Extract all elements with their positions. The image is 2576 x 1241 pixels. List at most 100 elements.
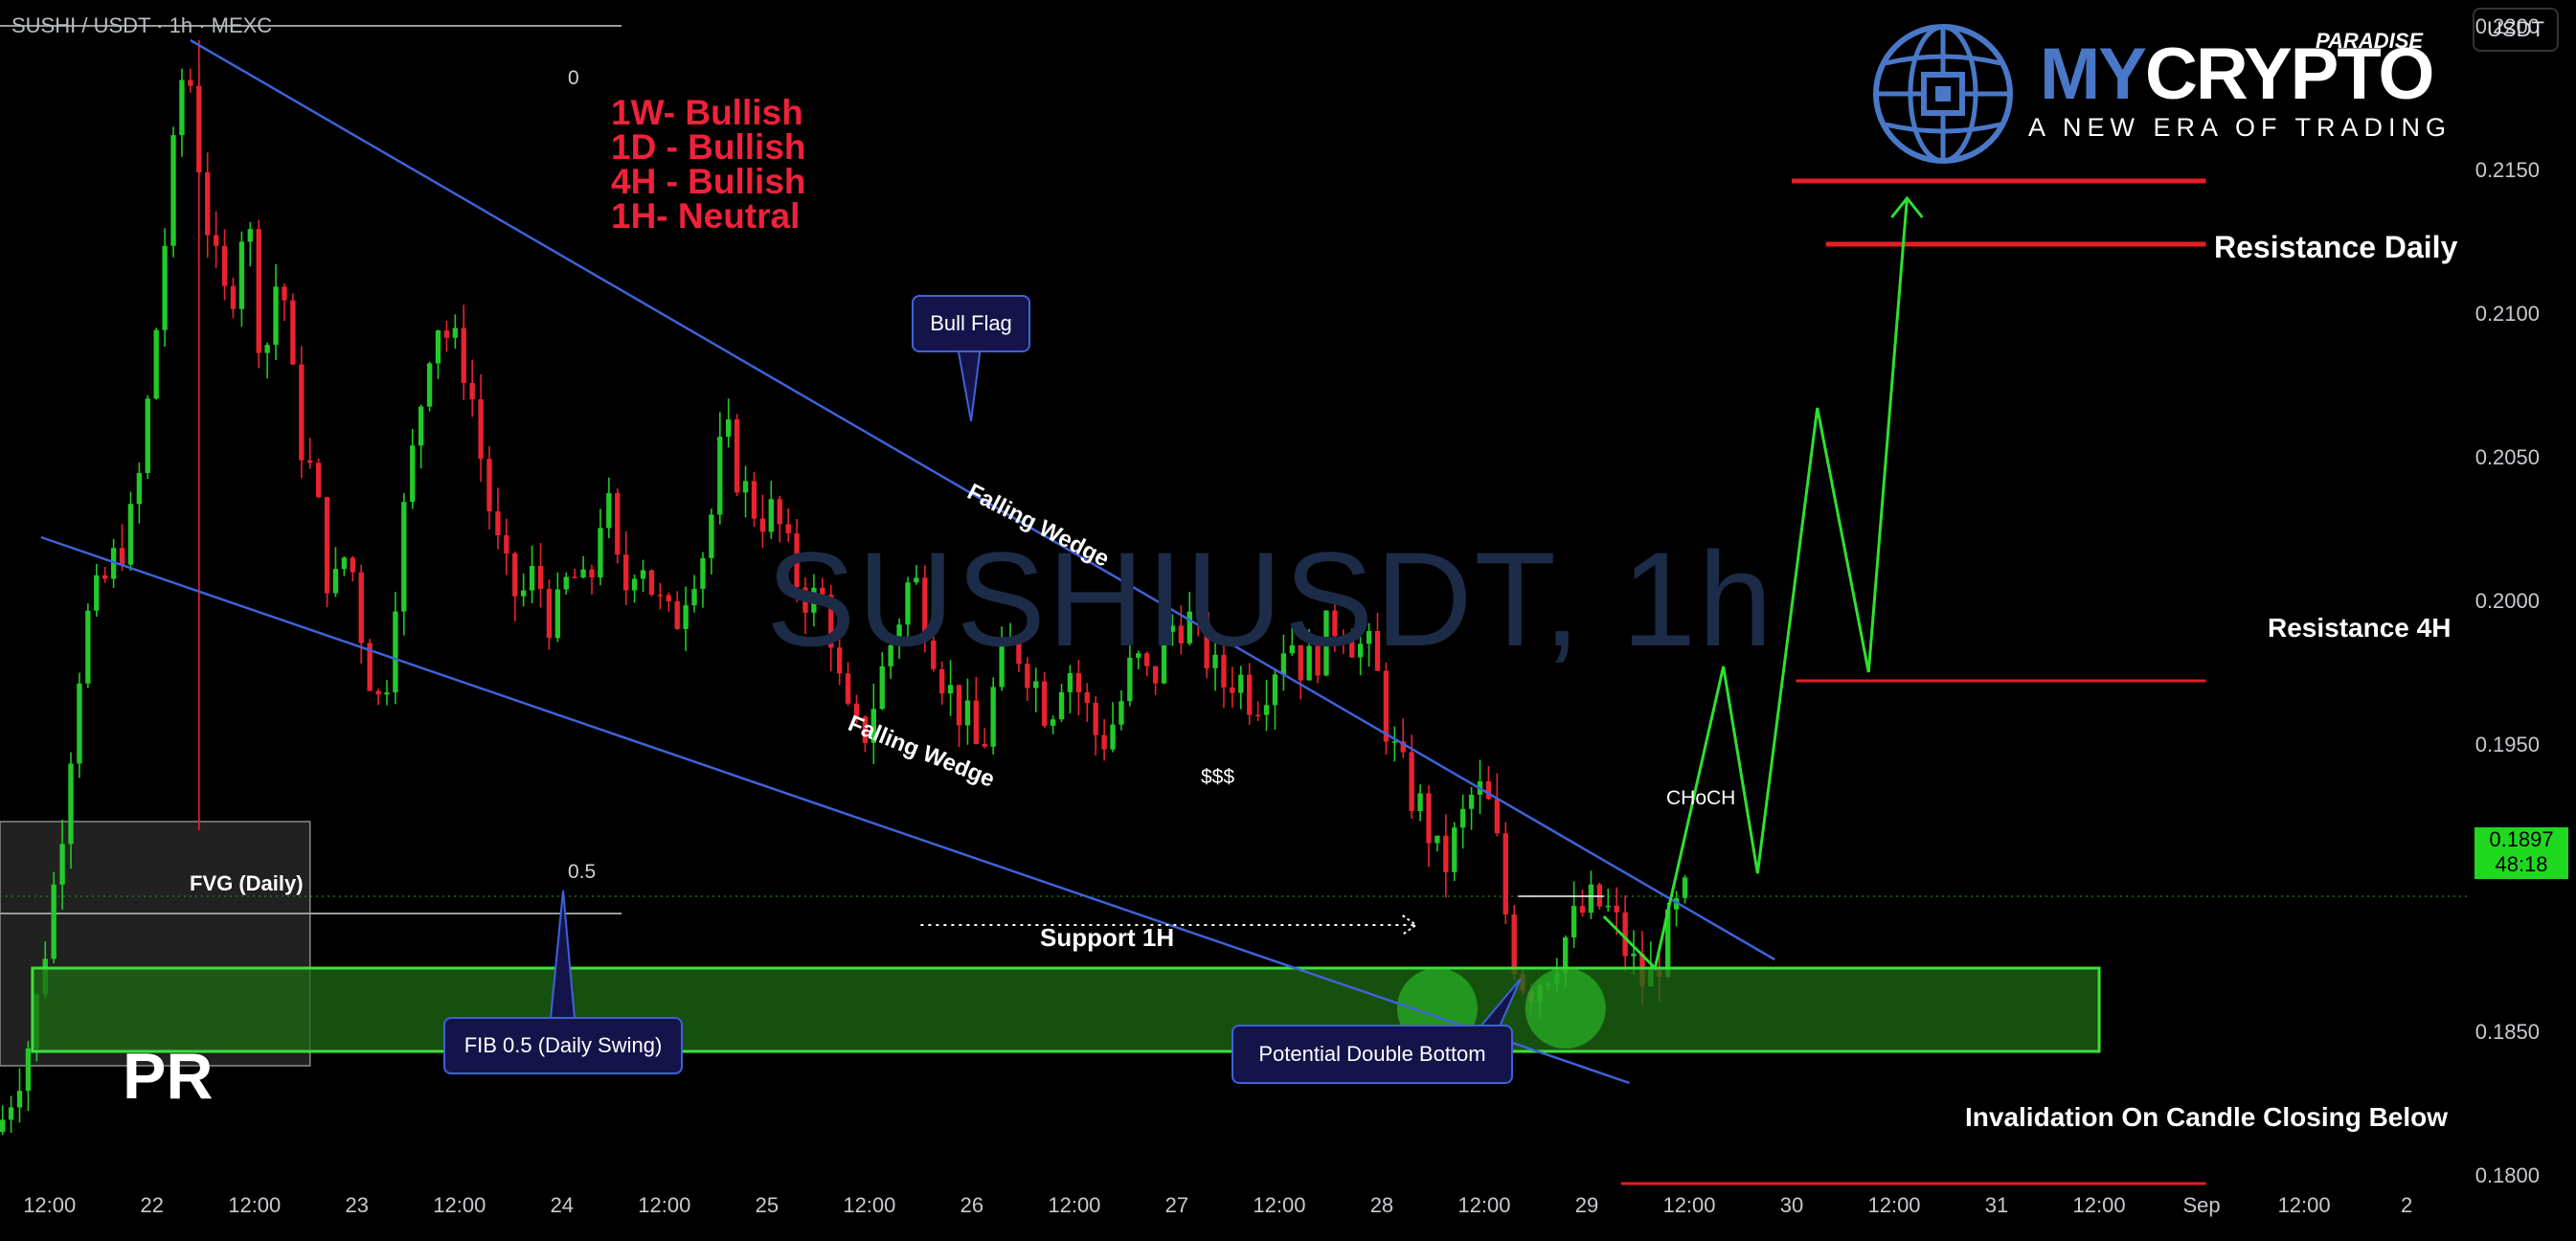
candle-body [170, 135, 176, 246]
candle-body [657, 595, 664, 597]
current-price-tag: 0.1897 48:18 [2474, 827, 2568, 879]
candle-body [1050, 719, 1056, 726]
candle-body [282, 286, 287, 301]
candle-body [358, 572, 364, 643]
logo-word-crypto: CRYPTO [2145, 34, 2434, 115]
candle-body [1435, 835, 1440, 844]
x-tick-label: 12:00 [1048, 1193, 1100, 1217]
candle-body [94, 575, 100, 611]
candle-body [700, 557, 706, 589]
candle-body [648, 570, 655, 596]
candle-body [982, 743, 987, 747]
logo-wordmark: MYCRYPTO [2040, 38, 2434, 111]
double-bottom-circle-2 [1525, 968, 1606, 1049]
candle-body [1570, 906, 1577, 937]
x-tick-label: 26 [960, 1193, 983, 1217]
candle-body [410, 445, 416, 503]
candle-body [1119, 701, 1124, 725]
candle-body [1459, 808, 1466, 828]
candle-body [68, 763, 74, 845]
y-tick-label: 0.2100 [2475, 302, 2540, 326]
candle-body [537, 565, 544, 590]
bias-4h: 4H - Bullish [611, 162, 806, 201]
candle-body [495, 511, 501, 535]
candle-body [1110, 724, 1116, 750]
candle-body [426, 363, 433, 407]
candle-body [443, 330, 450, 338]
support-1h-label: Support 1H [1040, 923, 1175, 952]
current-price-value: 0.1897 [2489, 827, 2554, 851]
x-tick-label: 22 [140, 1193, 163, 1217]
bull-flag-callout: Bull Flag [912, 295, 1030, 352]
x-tick-label: 12:00 [1662, 1193, 1715, 1217]
candle-body [1263, 705, 1270, 715]
candle-body [1443, 835, 1449, 872]
candle-body [1417, 793, 1423, 812]
x-tick-label: 12:00 [2073, 1193, 2126, 1217]
candle-body [504, 534, 509, 554]
candle-body [580, 569, 586, 578]
candle-body [674, 600, 680, 629]
candle-body [964, 700, 971, 726]
candle-body [401, 502, 407, 612]
x-tick-label: 23 [346, 1193, 369, 1217]
x-tick-label: 12:00 [228, 1193, 281, 1217]
candle-body [1254, 714, 1261, 717]
currency-badge[interactable]: USDT [2473, 8, 2559, 52]
candle-body [162, 245, 168, 330]
candle-body [615, 492, 621, 555]
candle-body [145, 398, 150, 473]
x-tick-label: 30 [1780, 1193, 1803, 1217]
candle-body [102, 575, 108, 579]
candle-body [1503, 833, 1508, 914]
candle-body [341, 557, 348, 570]
candle-body [521, 590, 527, 597]
y-tick-label: 0.2000 [2475, 589, 2540, 613]
candle-body [1058, 691, 1065, 720]
candle-body [683, 605, 689, 629]
candle-body [717, 437, 723, 515]
candle-body [563, 576, 569, 590]
candle-body [230, 285, 237, 309]
fib-0-label: 0 [568, 67, 579, 89]
candle-body [384, 692, 390, 695]
candle-body [631, 578, 638, 591]
candle-body [290, 300, 296, 365]
candle-body [315, 463, 322, 498]
candle-body [238, 241, 245, 309]
x-tick-label: 24 [551, 1193, 574, 1217]
y-tick-label: 0.1950 [2475, 733, 2540, 756]
resistance-4h-label: Resistance 4H [2268, 613, 2452, 643]
candle-body [119, 548, 125, 565]
candle-body [1579, 906, 1586, 914]
candle-body [25, 1048, 32, 1092]
candle-body [709, 514, 714, 558]
candle-body [589, 569, 595, 577]
candle-body [469, 383, 475, 400]
globe-chip-icon [1873, 24, 2013, 164]
bull-flag-label: Bull Flag [930, 311, 1012, 335]
candle-body [350, 557, 355, 573]
candle-body [85, 610, 91, 684]
candle-body [956, 685, 962, 726]
choch-label: CHoCH [1666, 787, 1736, 809]
bull-flag-pointer [956, 346, 983, 422]
pr-label: PR [123, 1040, 214, 1113]
symbol-title: SUSHI / USDT · 1h · MEXC [11, 13, 273, 37]
candle-body [179, 79, 185, 136]
candle-body [947, 685, 954, 694]
candle-body [751, 481, 757, 519]
invalidation-label: Invalidation On Candle Closing Below [1965, 1102, 2449, 1132]
candle-body [324, 497, 330, 594]
fvg-label: FVG (Daily) [190, 871, 304, 895]
candle-body [1409, 752, 1414, 812]
candle-body [1084, 691, 1090, 703]
candle-body [1093, 702, 1098, 735]
bias-1d: 1D - Bullish [611, 127, 806, 167]
logo-word-my: MY [2040, 34, 2147, 115]
candle-body [307, 460, 313, 463]
candle-body [1230, 687, 1235, 693]
candle-body [759, 518, 766, 532]
x-tick-label: 12:00 [638, 1193, 690, 1217]
candle-body [213, 235, 219, 246]
